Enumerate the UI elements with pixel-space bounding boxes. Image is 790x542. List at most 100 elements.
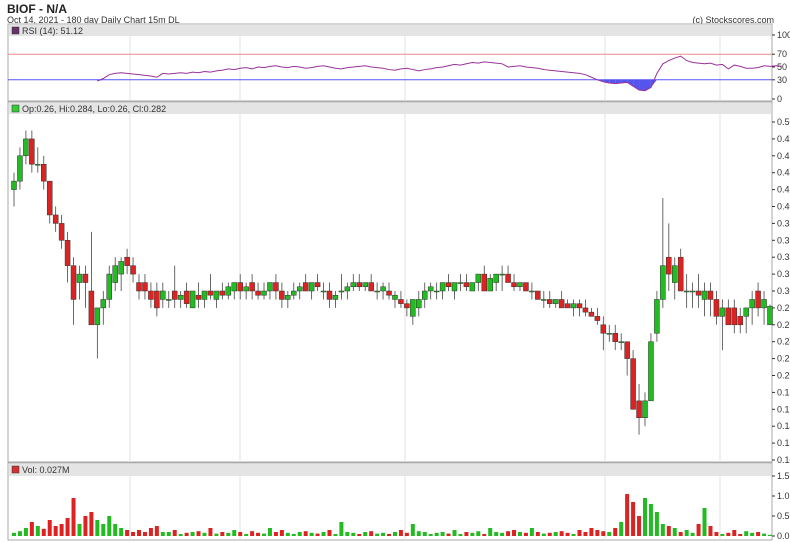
volume-bar — [369, 531, 374, 536]
volume-bar — [387, 534, 392, 536]
candle-down — [171, 290, 178, 300]
candle-up — [296, 286, 303, 292]
volume-bar — [267, 528, 272, 536]
candle-up — [541, 299, 547, 301]
candle-down — [136, 282, 142, 292]
volume-bar — [559, 531, 564, 536]
volume-bar — [470, 532, 475, 536]
volume-bar — [708, 526, 713, 536]
volume-bar — [547, 532, 552, 536]
volume-bar — [398, 530, 403, 536]
candle-down — [463, 282, 470, 288]
price-tick-label: 0.44 — [777, 168, 790, 178]
candle-up — [23, 138, 29, 157]
price-tick-label: 0.46 — [777, 151, 790, 161]
volume-bar — [762, 533, 767, 536]
candle-up — [231, 282, 238, 292]
candle-down — [600, 324, 607, 334]
candle-up — [689, 290, 696, 293]
price-legend-label: Op:0.26, Hi:0.284, Lo:0.26, Cl:0.282 — [22, 104, 166, 114]
volume-bar — [410, 524, 415, 536]
volume-bar — [642, 498, 647, 536]
volume-bar — [392, 532, 397, 536]
volume-bar — [285, 532, 290, 536]
volume-bar — [666, 526, 671, 536]
candle-down — [386, 290, 392, 296]
candle-down — [70, 265, 77, 300]
price-tick-label: 0.42 — [777, 185, 790, 195]
candle-up — [338, 290, 345, 293]
candle-up — [189, 290, 196, 309]
volume-bar — [291, 534, 296, 536]
candle-down — [52, 214, 59, 224]
volume-bar — [726, 532, 731, 536]
rsi-tick-label: 70 — [777, 49, 787, 59]
volume-bar — [196, 531, 201, 536]
volume-bar — [160, 532, 165, 536]
candle-down — [279, 290, 285, 300]
volume-bar — [208, 528, 213, 536]
candle-up — [261, 290, 267, 296]
candle-down — [195, 294, 202, 300]
volume-bar — [595, 530, 600, 536]
candle-down — [326, 290, 333, 300]
volume-bar — [41, 528, 46, 536]
volume-bar — [541, 533, 546, 536]
candle-up — [344, 286, 351, 292]
candle-up — [570, 303, 577, 309]
candle-down — [88, 290, 95, 326]
volume-bar — [702, 508, 707, 536]
volume-bar — [166, 532, 171, 536]
candle-down — [755, 290, 761, 309]
candle-up — [416, 299, 422, 309]
candle-up — [410, 299, 416, 317]
candle-up — [94, 307, 101, 326]
volume-bar — [535, 532, 540, 536]
volume-bar — [607, 532, 612, 536]
candle-up — [106, 273, 112, 300]
volume-bar — [363, 532, 368, 536]
candle-down — [725, 307, 732, 326]
candle-up — [719, 307, 726, 317]
volume-bar — [101, 524, 106, 536]
candle-up — [320, 290, 327, 293]
candle-down — [630, 358, 636, 410]
volume-bar — [404, 532, 409, 536]
volume-bar — [131, 532, 136, 536]
price-tick-label: 0.12 — [777, 438, 790, 448]
volume-tick-label: 0.5M — [777, 511, 790, 521]
candle-down — [58, 223, 65, 241]
volume-bar — [416, 531, 421, 536]
candle-down — [404, 303, 410, 309]
volume-tick-label: 1.5M — [777, 471, 790, 481]
candle-down — [695, 290, 702, 296]
volume-bar — [512, 530, 517, 536]
volume-bar — [768, 534, 772, 536]
price-tick-label: 0.30 — [777, 286, 790, 296]
candle-up — [457, 282, 464, 284]
candle-up — [672, 265, 678, 283]
candle-up — [439, 282, 446, 292]
candle-up — [493, 273, 499, 283]
volume-bar — [565, 532, 570, 536]
price-tick-label: 0.26 — [777, 320, 790, 330]
volume-bar — [357, 534, 362, 536]
candle-down — [148, 290, 154, 300]
volume-bar — [678, 532, 683, 536]
price-tick-label: 0.36 — [777, 235, 790, 245]
volume-bar — [440, 532, 445, 536]
candle-up — [660, 265, 666, 300]
candle-up — [112, 265, 118, 283]
rsi-legend-label: RSI (14): 51.12 — [22, 26, 83, 36]
volume-bar — [226, 532, 231, 536]
rsi-tick-label: 100 — [777, 30, 790, 40]
volume-bar — [756, 532, 761, 536]
volume-bar — [279, 530, 284, 536]
candle-down — [445, 282, 452, 288]
volume-bar — [672, 528, 677, 536]
candle-down — [505, 273, 511, 283]
volume-bar — [476, 531, 481, 536]
rsi-tick-label: 30 — [777, 75, 787, 85]
price-tick-label: 0.10 — [777, 455, 790, 465]
volume-bar — [71, 498, 76, 536]
